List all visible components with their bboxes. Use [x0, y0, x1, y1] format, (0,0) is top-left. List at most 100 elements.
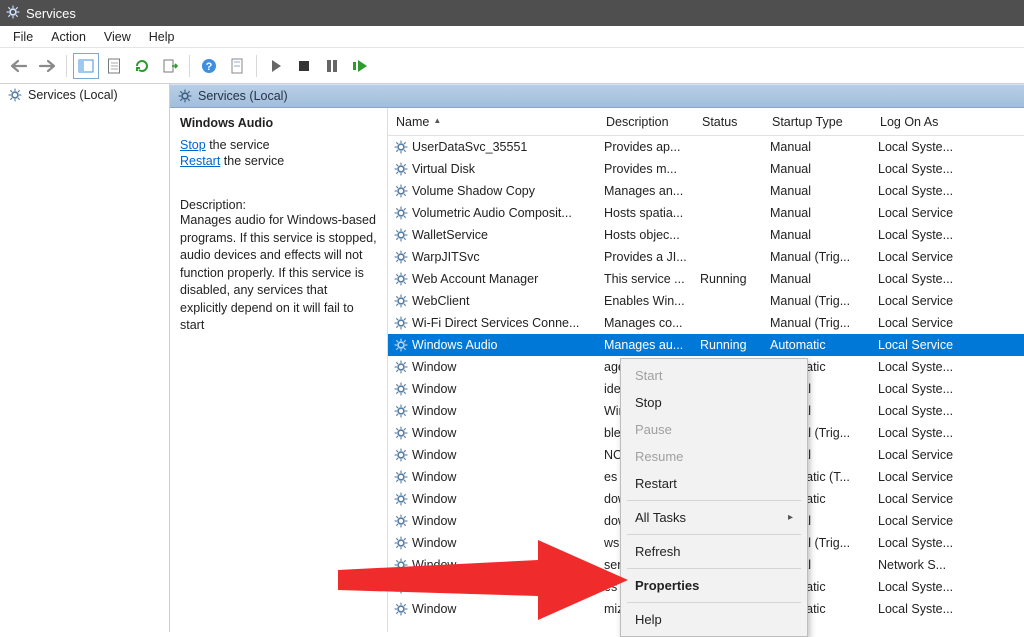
service-startup-cell: Manual (Trig... [764, 250, 872, 264]
service-description-cell: Enables Win... [598, 294, 694, 308]
service-row[interactable]: Volume Shadow CopyManages an... ManualLoc… [388, 180, 1024, 202]
context-menu-restart[interactable]: Restart [623, 470, 805, 497]
pause-service-button[interactable] [319, 53, 345, 79]
stop-service-link[interactable]: Stop [180, 138, 206, 152]
service-logon-cell: Local Service [872, 448, 984, 462]
column-header-status[interactable]: Status [694, 115, 764, 129]
service-name-cell: Window [388, 492, 598, 506]
service-logon-cell: Local Service [872, 492, 984, 506]
service-logon-cell: Local Syste... [872, 536, 984, 550]
gear-icon [394, 360, 408, 374]
service-row[interactable]: WebClientEnables Win...Manual (Trig...Lo… [388, 290, 1024, 312]
service-logon-cell: Local Service [872, 206, 984, 220]
service-row[interactable]: Web Account ManagerThis service ...Runni… [388, 268, 1024, 290]
context-menu-properties[interactable]: Properties [623, 572, 805, 599]
service-name-cell: Window [388, 514, 598, 528]
start-service-button[interactable] [263, 53, 289, 79]
restart-service-link[interactable]: Restart [180, 154, 220, 168]
gear-icon [394, 602, 408, 616]
service-description-cell: Manages an... [598, 184, 694, 198]
export-list-button[interactable] [157, 53, 183, 79]
window-title: Services [26, 6, 76, 21]
service-description-cell: Hosts objec... [598, 228, 694, 242]
gear-icon [394, 470, 408, 484]
filter-button[interactable] [224, 53, 250, 79]
service-name-cell: Window [388, 404, 598, 418]
back-button[interactable] [6, 53, 32, 79]
service-description-cell: This service ... [598, 272, 694, 286]
context-menu-all-tasks[interactable]: All Tasks [623, 504, 805, 531]
gear-icon [394, 338, 408, 352]
gear-icon [394, 294, 408, 308]
properties-button[interactable] [101, 53, 127, 79]
context-menu-separator [627, 602, 801, 603]
context-menu-refresh[interactable]: Refresh [623, 538, 805, 565]
menu-view[interactable]: View [95, 28, 140, 46]
menu-help[interactable]: Help [140, 28, 184, 46]
service-name-cell: Window [388, 360, 598, 374]
service-startup-cell: Automatic [764, 338, 872, 352]
gear-icon [394, 492, 408, 506]
column-header-name[interactable]: Name▲ [388, 115, 598, 129]
service-logon-cell: Local Service [872, 338, 984, 352]
column-header-description[interactable]: Description [598, 115, 694, 129]
service-startup-cell: Manual [764, 228, 872, 242]
gear-icon [394, 514, 408, 528]
gear-icon [178, 89, 192, 103]
refresh-button[interactable] [129, 53, 155, 79]
context-menu-help[interactable]: Help [623, 606, 805, 633]
column-header-logon[interactable]: Log On As [872, 115, 984, 129]
service-row[interactable]: WarpJITSvcProvides a JI...Manual (Trig..… [388, 246, 1024, 268]
context-menu-separator [627, 500, 801, 501]
menu-file[interactable]: File [4, 28, 42, 46]
service-row[interactable]: UserDataSvc_35551Provides ap...ManualLoc… [388, 136, 1024, 158]
service-name-cell: Web Account Manager [388, 272, 598, 286]
service-name-cell: Volume Shadow Copy [388, 184, 598, 198]
service-logon-cell: Local Syste... [872, 360, 984, 374]
service-startup-cell: Manual [764, 206, 872, 220]
service-row[interactable]: WalletServiceHosts objec...ManualLocal S… [388, 224, 1024, 246]
column-header-startup[interactable]: Startup Type [764, 115, 872, 129]
gear-icon [8, 88, 22, 102]
service-row[interactable]: Virtual DiskProvides m...ManualLocal Sys… [388, 158, 1024, 180]
service-logon-cell: Local Syste... [872, 404, 984, 418]
service-logon-cell: Local Syste... [872, 140, 984, 154]
menu-action[interactable]: Action [42, 28, 95, 46]
service-logon-cell: Network S... [872, 558, 984, 572]
service-logon-cell: Local Syste... [872, 184, 984, 198]
service-name-cell: Window [388, 426, 598, 440]
service-name-cell: Window [388, 448, 598, 462]
gear-icon [394, 140, 408, 154]
tree-root-services-local[interactable]: Services (Local) [0, 84, 169, 106]
service-startup-cell: Manual (Trig... [764, 294, 872, 308]
service-logon-cell: Local Syste... [872, 602, 984, 616]
service-name-cell: Volumetric Audio Composit... [388, 206, 598, 220]
service-status-cell: Running [694, 272, 764, 286]
service-startup-cell: Manual [764, 162, 872, 176]
stop-suffix-text: the service [206, 138, 270, 152]
context-menu-separator [627, 568, 801, 569]
service-startup-cell: Manual [764, 184, 872, 198]
show-hide-console-tree-button[interactable] [73, 53, 99, 79]
toolbar-separator [189, 55, 190, 77]
gear-icon [394, 184, 408, 198]
service-row[interactable]: Windows AudioManages au...RunningAutomat… [388, 334, 1024, 356]
help-button[interactable]: ? [196, 53, 222, 79]
stop-service-button[interactable] [291, 53, 317, 79]
service-logon-cell: Local Syste... [872, 426, 984, 440]
service-logon-cell: Local Syste... [872, 272, 984, 286]
service-row[interactable]: Wi-Fi Direct Services Conne...Manages co… [388, 312, 1024, 334]
service-logon-cell: Local Service [872, 470, 984, 484]
service-description-cell: Provides a JI... [598, 250, 694, 264]
gear-icon [394, 316, 408, 330]
service-name-cell: UserDataSvc_35551 [388, 140, 598, 154]
gear-icon [394, 162, 408, 176]
service-name-cell: Window [388, 558, 598, 572]
service-row[interactable]: Volumetric Audio Composit...Hosts spatia… [388, 202, 1024, 224]
forward-button[interactable] [34, 53, 60, 79]
service-logon-cell: Local Service [872, 294, 984, 308]
restart-service-button[interactable] [347, 53, 373, 79]
context-menu-stop[interactable]: Stop [623, 389, 805, 416]
gear-icon [394, 404, 408, 418]
sort-ascending-icon: ▲ [433, 116, 441, 125]
